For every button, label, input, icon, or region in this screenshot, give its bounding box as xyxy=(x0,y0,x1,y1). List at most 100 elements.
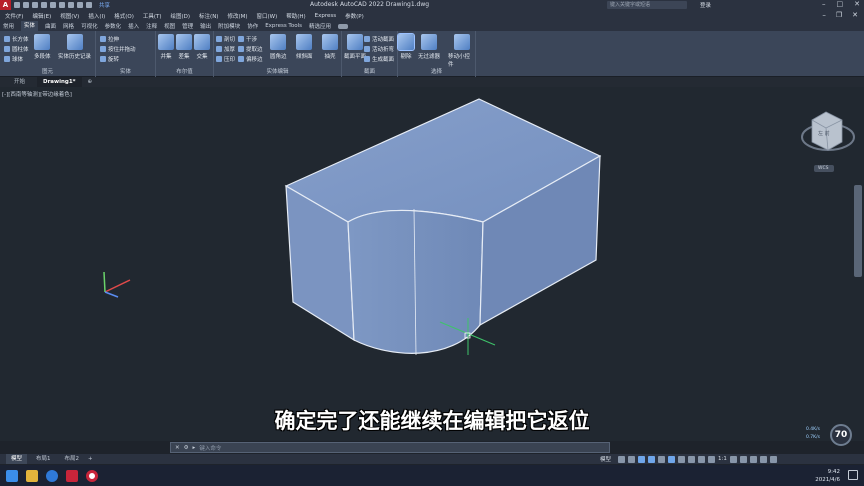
tab-layout1[interactable]: 布局1 xyxy=(31,454,56,464)
menu-item-view[interactable]: 视图(V) xyxy=(60,12,79,20)
doc-minimize-icon[interactable]: – xyxy=(822,11,826,19)
ribbon-tab-5[interactable]: 参数化 xyxy=(105,22,122,30)
workspace-gear-icon[interactable] xyxy=(729,455,737,463)
ortho-icon[interactable] xyxy=(638,455,646,463)
extract-edges-tool[interactable]: 提取边 xyxy=(238,45,263,53)
ribbon-tab-7[interactable]: 注释 xyxy=(146,22,157,30)
command-input[interactable]: 键入命令 xyxy=(199,444,221,452)
model-space-button[interactable]: 模型 xyxy=(600,455,611,463)
ribbon-toggle-icon[interactable] xyxy=(338,23,348,29)
isodraft-icon[interactable] xyxy=(658,455,666,463)
command-settings-icon[interactable]: ⚙ xyxy=(184,445,189,451)
tab-layout2[interactable]: 布局2 xyxy=(60,454,85,464)
ribbon-tab-1[interactable]: 实体 xyxy=(21,21,39,31)
slice-tool[interactable]: 剖切 xyxy=(216,35,235,43)
ribbon-tab-10[interactable]: 输出 xyxy=(200,22,211,30)
menu-item-dimension[interactable]: 标注(N) xyxy=(199,12,218,20)
grid-icon[interactable] xyxy=(618,455,626,463)
section-plane-button[interactable]: 截面平面 xyxy=(344,34,366,60)
hardware-accel-icon[interactable] xyxy=(749,455,757,463)
polar-icon[interactable] xyxy=(648,455,656,463)
autocad-taskbar-icon[interactable] xyxy=(66,469,78,482)
revolve-tool[interactable]: 旋转 xyxy=(100,55,119,63)
viewport-controls-label[interactable]: [-][西南等轴测][带边缘着色] xyxy=(2,90,72,98)
live-section-tool[interactable]: 活动截面 xyxy=(364,35,394,43)
isolate-icon[interactable] xyxy=(739,455,747,463)
menu-item-draw[interactable]: 绘图(D) xyxy=(171,12,191,20)
save-icon[interactable] xyxy=(32,2,38,8)
minimize-icon[interactable]: – xyxy=(822,0,826,8)
ribbon-tab-6[interactable]: 插入 xyxy=(128,22,139,30)
ribbon-tab-13[interactable]: Express Tools xyxy=(265,23,302,29)
tab-model[interactable]: 模型 xyxy=(6,454,28,464)
maximize-icon[interactable]: □ xyxy=(837,0,844,8)
menu-item-window[interactable]: 窗口(W) xyxy=(257,12,278,20)
doc-restore-icon[interactable]: ❐ xyxy=(836,11,842,19)
undo-icon[interactable] xyxy=(68,2,74,8)
command-close-icon[interactable]: ✕ xyxy=(175,445,180,451)
annotation-icon[interactable] xyxy=(708,455,716,463)
lineweight-icon[interactable] xyxy=(678,455,686,463)
box-tool[interactable]: 长方体 xyxy=(4,35,29,43)
presspull-tool[interactable]: 按住并拖动 xyxy=(100,45,136,53)
polysolid-button[interactable]: 多段体 xyxy=(34,34,51,60)
clean-screen-icon[interactable] xyxy=(759,455,767,463)
save-as-icon[interactable] xyxy=(41,2,47,8)
fillet-edge-button[interactable]: 圆角边 xyxy=(270,34,287,60)
shell-button[interactable]: 抽壳 xyxy=(322,34,338,60)
menu-item-tools[interactable]: 工具(T) xyxy=(143,12,162,20)
extrude-tool[interactable]: 拉伸 xyxy=(100,35,119,43)
more-icon[interactable] xyxy=(86,2,92,8)
ribbon-tab-4[interactable]: 可视化 xyxy=(81,22,98,30)
generate-section-tool[interactable]: 生成截面 xyxy=(364,55,394,63)
move-gizmo-button[interactable]: 移动小控件 xyxy=(448,34,475,68)
model-canvas[interactable] xyxy=(0,87,864,441)
union-button[interactable]: 并集 xyxy=(158,34,174,60)
windows-start-icon[interactable] xyxy=(6,469,18,482)
redo-icon[interactable] xyxy=(77,2,83,8)
sphere-tool[interactable]: 球体 xyxy=(4,55,23,63)
share-button[interactable]: 共享 xyxy=(99,1,110,9)
tab-drawing1[interactable]: Drawing1* xyxy=(37,77,82,87)
system-clock[interactable]: 9:42 2021/4/6 xyxy=(815,468,840,484)
autocad-logo-icon[interactable]: A xyxy=(0,0,11,10)
new-tab-icon[interactable]: ⊕ xyxy=(88,79,93,85)
subtract-button[interactable]: 差集 xyxy=(176,34,192,60)
menu-item-insert[interactable]: 插入(I) xyxy=(88,12,105,20)
menu-item-express[interactable]: Express xyxy=(315,13,336,19)
thicken-tool[interactable]: 加厚 xyxy=(216,45,235,53)
ribbon-tab-14[interactable]: 精选应用 xyxy=(309,22,331,30)
osnap-icon[interactable] xyxy=(668,455,676,463)
taper-faces-button[interactable]: 倾斜面 xyxy=(296,34,313,60)
menu-item-parametric[interactable]: 参数(P) xyxy=(345,12,364,20)
transparency-icon[interactable] xyxy=(688,455,696,463)
notification-icon[interactable] xyxy=(848,470,858,480)
no-filter-button[interactable]: 无过滤器 xyxy=(418,34,440,60)
snap-icon[interactable] xyxy=(628,455,636,463)
ribbon-tab-9[interactable]: 管理 xyxy=(182,22,193,30)
menu-item-format[interactable]: 格式(O) xyxy=(114,12,134,20)
selection-cycling-icon[interactable] xyxy=(698,455,706,463)
wcs-label[interactable]: WCS xyxy=(818,166,828,171)
drawing-viewport[interactable] xyxy=(0,87,864,441)
browser-icon[interactable] xyxy=(46,469,58,482)
menu-item-help[interactable]: 帮助(H) xyxy=(286,12,305,20)
file-explorer-icon[interactable] xyxy=(26,469,38,482)
imprint-tool[interactable]: 压印 xyxy=(216,55,235,63)
ribbon-tab-3[interactable]: 网格 xyxy=(63,22,74,30)
open-file-icon[interactable] xyxy=(23,2,29,8)
menu-item-modify[interactable]: 修改(M) xyxy=(227,12,247,20)
customize-icon[interactable] xyxy=(769,455,777,463)
add-jog-tool[interactable]: 活动折弯 xyxy=(364,45,394,53)
cylinder-tool[interactable]: 圆柱体 xyxy=(4,45,29,53)
menu-item-file[interactable]: 文件(F) xyxy=(5,12,23,20)
tab-start[interactable]: 开始 xyxy=(8,77,31,87)
interfere-tool[interactable]: 干涉 xyxy=(238,35,257,43)
search-input[interactable]: 键入关键字或短语 xyxy=(607,1,687,9)
doc-close-icon[interactable]: ✕ xyxy=(852,11,858,19)
solid-history-button[interactable]: 实体历史记录 xyxy=(58,34,91,60)
close-icon[interactable]: ✕ xyxy=(854,0,860,8)
recorder-icon[interactable] xyxy=(86,469,98,482)
ribbon-tab-11[interactable]: 附加模块 xyxy=(218,22,240,30)
ribbon-tab-8[interactable]: 视图 xyxy=(164,22,175,30)
